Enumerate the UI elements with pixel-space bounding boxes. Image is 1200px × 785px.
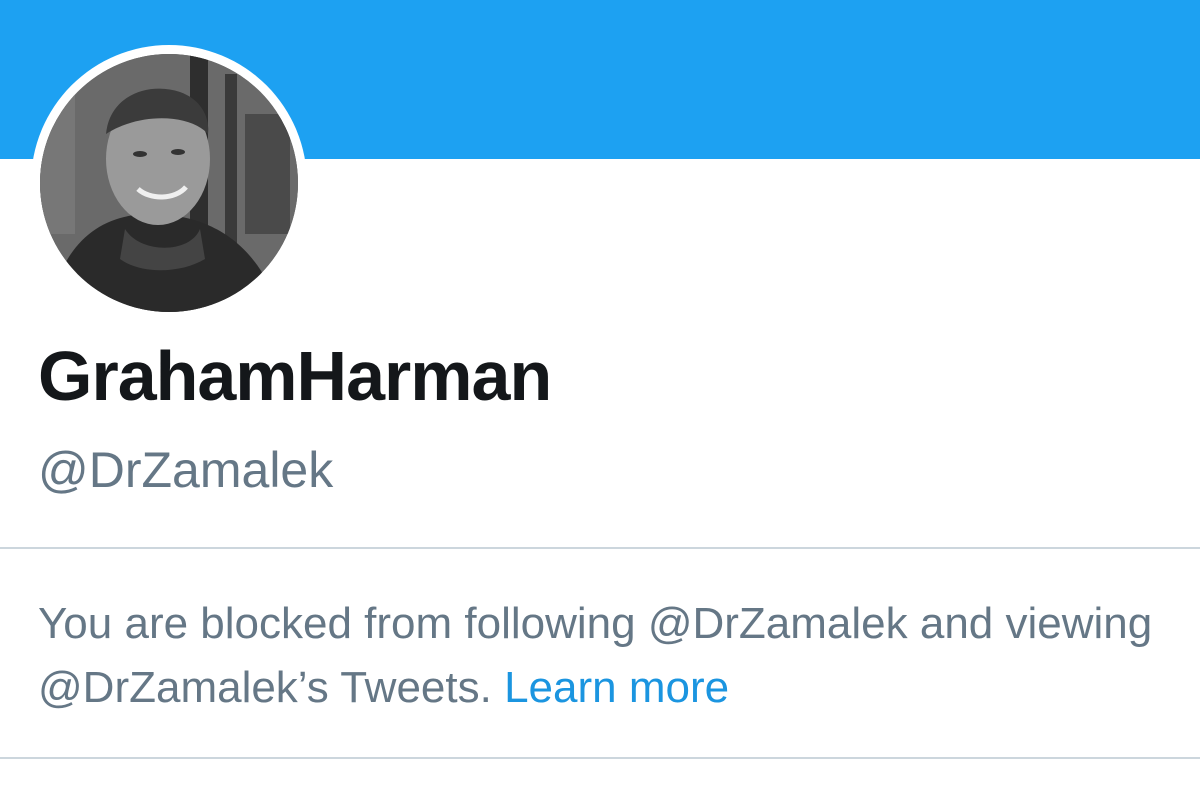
- avatar[interactable]: [40, 54, 298, 312]
- profile-display-name: GrahamHarman: [38, 337, 552, 415]
- divider: [0, 547, 1200, 549]
- avatar-photo: [40, 54, 298, 312]
- profile-handle: @DrZamalek: [38, 442, 334, 498]
- learn-more-link[interactable]: Learn more: [504, 663, 729, 712]
- profile-page: GrahamHarman @DrZamalek You are blocked …: [0, 0, 1200, 785]
- divider: [0, 757, 1200, 759]
- blocked-notice: You are blocked from following @DrZamale…: [38, 592, 1178, 720]
